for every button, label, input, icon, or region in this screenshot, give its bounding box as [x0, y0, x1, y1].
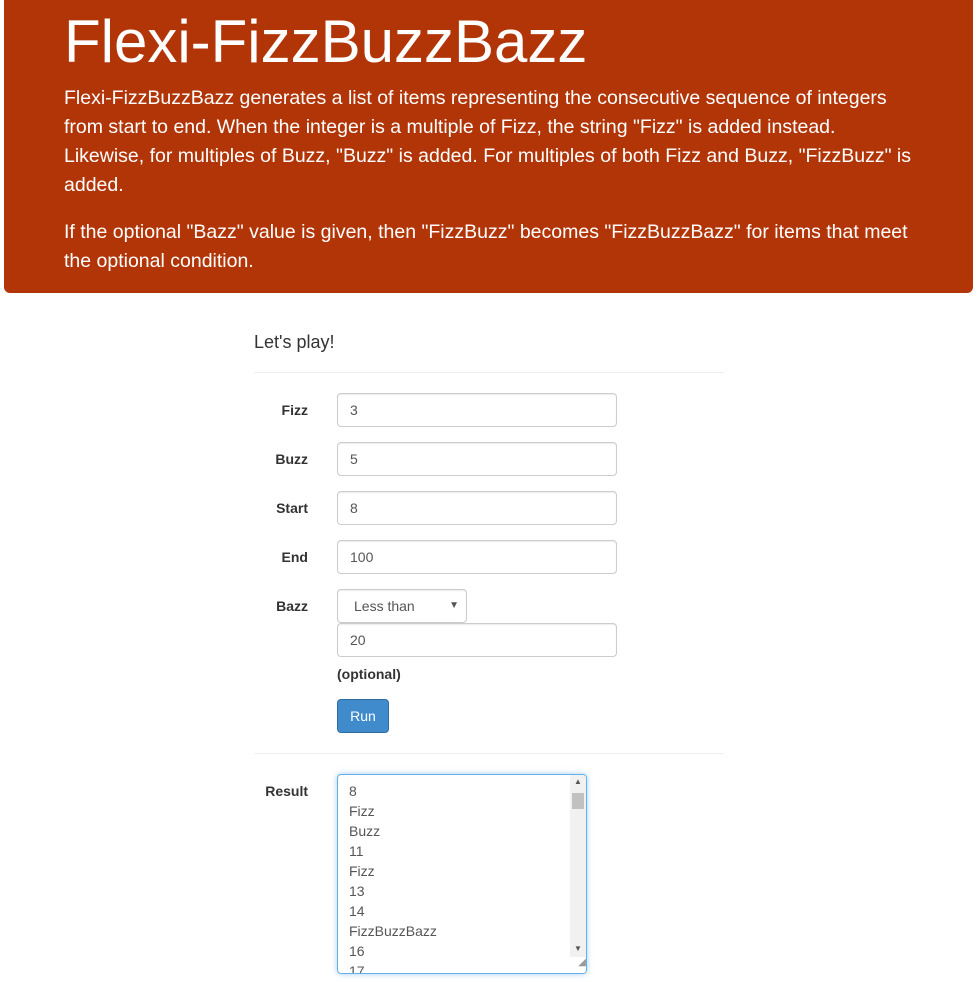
end-label: End: [281, 549, 308, 565]
result-textarea[interactable]: 8 Fizz Buzz 11 Fizz 13 14 FizzBuzzBazz 16 17 ▲ ▼ …: [337, 774, 587, 974]
divider: [254, 753, 724, 754]
scrollbar[interactable]: ▲ ▼ ◢: [570, 775, 586, 973]
start-label: Start: [276, 500, 308, 516]
result-line: 8: [349, 783, 357, 799]
result-label: Result: [265, 783, 308, 799]
result-line: 16: [349, 943, 365, 959]
bazz-operator-select[interactable]: Less than ▼: [337, 589, 467, 623]
bazz-operator-value: Less than: [354, 598, 415, 614]
end-input[interactable]: 100: [337, 540, 617, 574]
page-title: Flexi-FizzBuzzBazz: [64, 8, 588, 75]
caret-down-icon: ▼: [449, 600, 459, 611]
result-line: Fizz: [349, 803, 375, 819]
result-line: 11: [349, 843, 364, 859]
result-line: 17: [349, 963, 365, 974]
fizz-input[interactable]: 3: [337, 393, 617, 427]
start-input[interactable]: 8: [337, 491, 617, 525]
header-banner: Flexi-FizzBuzzBazz Flexi-FizzBuzzBazz ge…: [4, 0, 973, 293]
result-line: Buzz: [349, 823, 381, 839]
result-line: Fizz: [349, 863, 375, 879]
bazz-label: Bazz: [276, 598, 308, 614]
buzz-label: Buzz: [275, 451, 308, 467]
result-line: 13: [349, 883, 365, 899]
resize-grip-icon[interactable]: ◢: [570, 957, 586, 973]
buzz-input[interactable]: 5: [337, 442, 617, 476]
result-line: FizzBuzzBazz: [349, 923, 437, 939]
result-lines: 8 Fizz Buzz 11 Fizz 13 14 FizzBuzzBazz 16 17: [349, 781, 437, 974]
lead-text: Let's play!: [254, 332, 335, 352]
optional-hint: (optional): [337, 666, 401, 682]
result-line: 14: [349, 903, 365, 919]
fizz-label: Fizz: [281, 402, 308, 418]
bazz-description: If the optional "Bazz" value is given, t…: [64, 221, 908, 272]
run-button[interactable]: Run: [337, 699, 389, 733]
description: Flexi-FizzBuzzBazz generates a list of i…: [64, 87, 912, 196]
divider: [254, 372, 724, 373]
scrollbar-thumb[interactable]: [572, 793, 584, 809]
bazz-input[interactable]: 20: [337, 623, 617, 657]
scroll-down-icon[interactable]: ▼: [574, 944, 582, 953]
scroll-up-icon[interactable]: ▲: [574, 777, 582, 786]
